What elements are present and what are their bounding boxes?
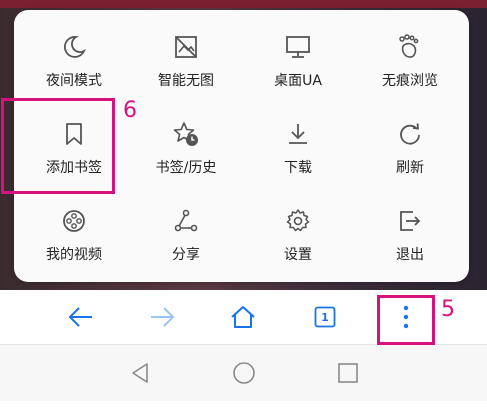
back-button[interactable]: [54, 290, 108, 344]
annotation-highlight-add-bookmark: [1, 98, 115, 194]
square-recents-icon: [338, 363, 358, 383]
menu-item-label: 桌面UA: [274, 73, 322, 89]
footprints-icon: [395, 32, 425, 62]
menu-item-label: 无痕浏览: [382, 73, 438, 89]
refresh-icon: [395, 119, 425, 149]
forward-arrow-icon: [151, 307, 175, 327]
menu-item-label: 刷新: [396, 160, 424, 176]
triangle-back-icon: [132, 363, 148, 383]
circle-home-icon: [233, 362, 255, 384]
menu-item-night-mode[interactable]: 夜间模式: [19, 10, 129, 90]
menu-item-incognito[interactable]: 无痕浏览: [355, 10, 465, 90]
menu-item-bookmarks-history[interactable]: 书签/历史: [131, 97, 241, 177]
exit-icon: [395, 206, 425, 236]
moon-icon: [59, 32, 89, 62]
menu-item-share[interactable]: 分享: [131, 184, 241, 264]
annotation-highlight-more-menu: [377, 295, 435, 345]
share-icon: [171, 206, 201, 236]
menu-item-label: 智能无图: [158, 73, 214, 89]
system-nav-bar: [0, 345, 487, 401]
menu-item-label: 我的视频: [46, 247, 102, 263]
backdrop-stripe: [0, 0, 487, 8]
desktop-monitor-icon: [283, 32, 313, 62]
system-back-button[interactable]: [124, 357, 156, 389]
menu-item-download[interactable]: 下载: [243, 97, 353, 177]
home-icon: [231, 306, 255, 328]
bottom-strip: [0, 401, 487, 417]
menu-item-label: 下载: [284, 160, 312, 176]
tabs-button[interactable]: 1: [298, 290, 352, 344]
download-icon: [283, 119, 313, 149]
menu-item-settings[interactable]: 设置: [243, 184, 353, 264]
menu-item-refresh[interactable]: 刷新: [355, 97, 465, 177]
menu-item-label: 设置: [284, 247, 312, 263]
menu-item-label: 夜间模式: [46, 73, 102, 89]
back-arrow-icon: [68, 307, 92, 327]
system-recents-button[interactable]: [332, 357, 364, 389]
menu-item-label: 分享: [172, 247, 200, 263]
menu-item-my-videos[interactable]: 我的视频: [19, 184, 129, 264]
star-clock-icon: [171, 119, 201, 149]
annotation-step-number: 5: [441, 297, 455, 322]
film-reel-icon: [59, 206, 89, 236]
menu-item-exit[interactable]: 退出: [355, 184, 465, 264]
gear-icon: [283, 206, 313, 236]
menu-item-smart-no-image[interactable]: 智能无图: [131, 10, 241, 90]
tab-count: 1: [321, 310, 329, 324]
forward-button[interactable]: [135, 290, 189, 344]
annotation-step-number: 6: [123, 98, 137, 123]
menu-item-label: 书签/历史: [155, 160, 217, 176]
menu-item-desktop-ua[interactable]: 桌面UA: [243, 10, 353, 90]
menu-item-label: 退出: [396, 247, 424, 263]
no-image-icon: [171, 32, 201, 62]
tabs-icon: 1: [314, 306, 336, 328]
home-button[interactable]: [216, 290, 270, 344]
system-home-button[interactable]: [228, 357, 260, 389]
